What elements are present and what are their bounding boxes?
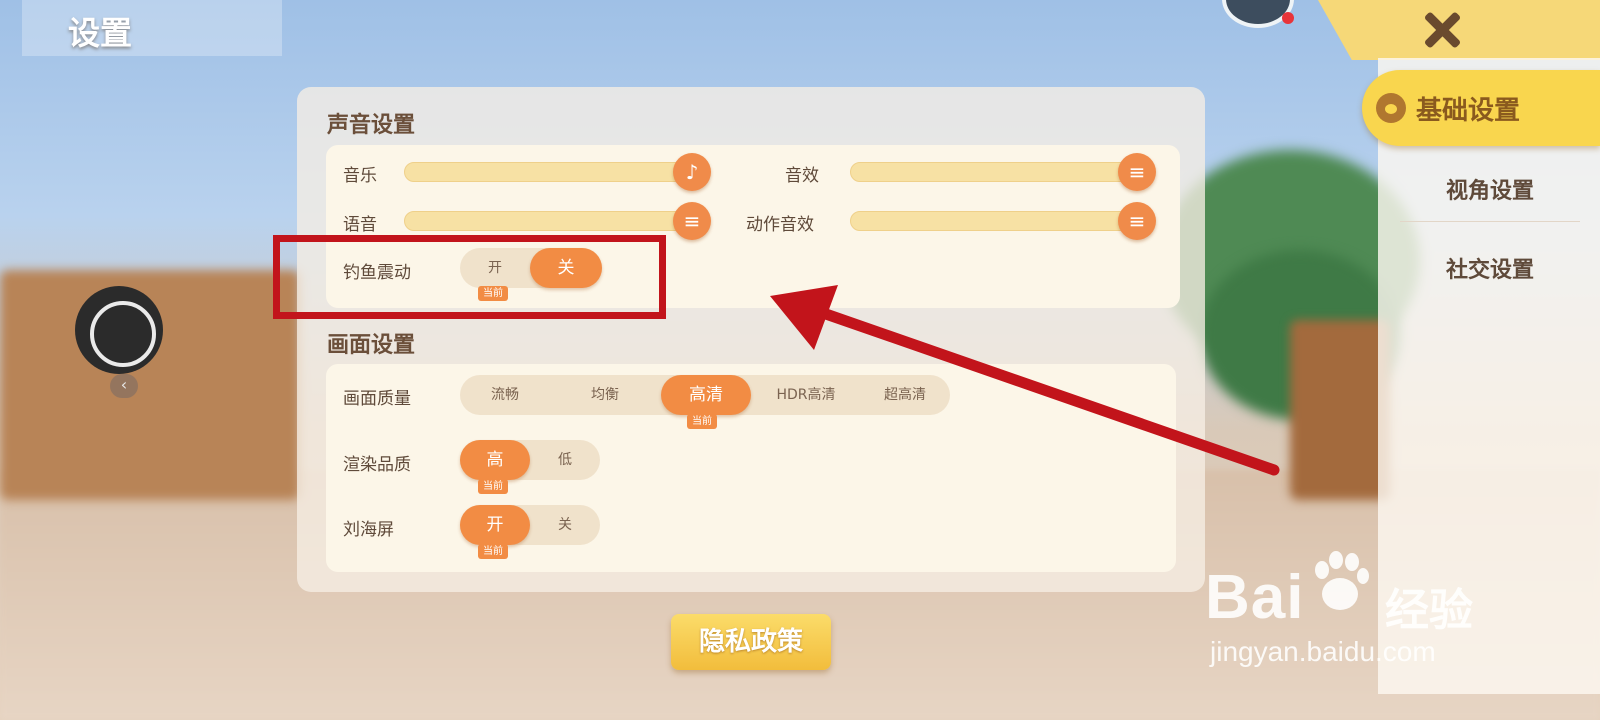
watermark-jingyan: 经验 <box>1385 585 1473 636</box>
paw-logo-icon <box>1315 551 1369 610</box>
watermark-brand: Bai <box>1205 563 1305 632</box>
watermark-url: jingyan.baidu.com <box>1210 636 1436 667</box>
